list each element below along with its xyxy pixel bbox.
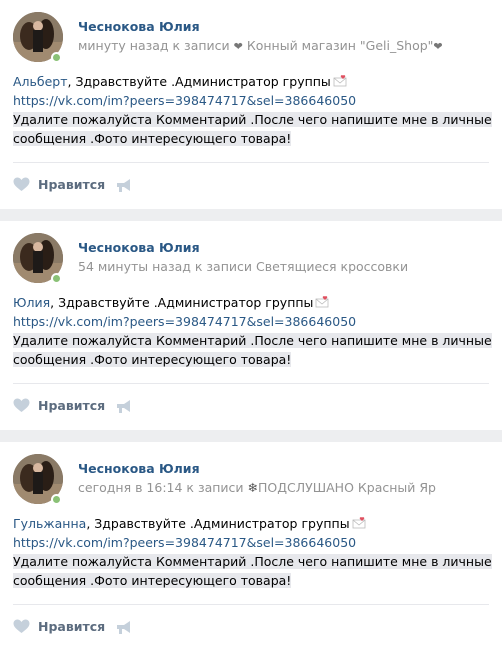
comment-text-line2: сообщения .Фото интересующего товара!: [13, 352, 292, 367]
comment-body: Гульжанна, Здравствуйте .Администратор г…: [0, 508, 502, 590]
greeting-text: , Здравствуйте .Администратор группы: [86, 516, 350, 531]
post-actions: Нравится: [0, 163, 502, 209]
post-meta: минуту назад к записи ❤ Конный магазин "…: [78, 38, 443, 53]
comment-text-line1: Удалите пожалуйста Комментарий .После че…: [13, 333, 492, 348]
online-indicator: [51, 494, 62, 505]
post-header: Чеснокова Юлия сегодня в 16:14 к записи …: [0, 442, 502, 508]
heart-icon: [13, 619, 30, 633]
heart-icon: ❤: [433, 40, 443, 53]
love-letter-icon: [316, 296, 329, 308]
comment-body: Альберт, Здравствуйте .Администратор гру…: [0, 66, 502, 148]
meta-time[interactable]: сегодня в 16:14 к записи: [78, 480, 248, 495]
like-button[interactable]: Нравится: [13, 398, 105, 413]
greeting-line: Юлия, Здравствуйте .Администратор группы: [13, 293, 489, 312]
mention-link[interactable]: Гульжанна: [13, 516, 86, 531]
greeting-text: , Здравствуйте .Администратор группы: [50, 295, 314, 310]
comment-text-line2: сообщения .Фото интересующего товара!: [13, 573, 292, 588]
like-button[interactable]: Нравится: [13, 177, 105, 192]
comment-text-line1: Удалите пожалуйста Комментарий .После че…: [13, 112, 492, 127]
post-meta: 54 минуты назад к записи Светящиеся крос…: [78, 259, 408, 274]
comment-post: Чеснокова Юлия сегодня в 16:14 к записи …: [0, 442, 502, 650]
greeting-line: Гульжанна, Здравствуйте .Администратор г…: [13, 514, 489, 533]
like-button[interactable]: Нравится: [13, 619, 105, 634]
author-name[interactable]: Чеснокова Юлия: [78, 19, 200, 34]
comment-body: Юлия, Здравствуйте .Администратор группы…: [0, 287, 502, 369]
greeting-line: Альберт, Здравствуйте .Администратор гру…: [13, 72, 489, 91]
like-label: Нравится: [38, 619, 106, 634]
dialog-link[interactable]: https://vk.com/im?peers=398474717&sel=38…: [13, 91, 489, 110]
meta-group[interactable]: Конный магазин "Geli_Shop": [243, 38, 434, 53]
heart-icon: [13, 177, 30, 191]
comment-feed: Чеснокова Юлия минуту назад к записи ❤ К…: [0, 0, 502, 650]
heart-icon: [13, 398, 30, 412]
mention-link[interactable]: Альберт: [13, 74, 68, 89]
online-indicator: [51, 273, 62, 284]
love-letter-icon: [333, 75, 347, 87]
post-actions: Нравится: [0, 384, 502, 430]
dialog-link[interactable]: https://vk.com/im?peers=398474717&sel=38…: [13, 312, 489, 331]
dialog-link[interactable]: https://vk.com/im?peers=398474717&sel=38…: [13, 533, 489, 552]
comment-text-line1: Удалите пожалуйста Комментарий .После че…: [13, 554, 492, 569]
post-header: Чеснокова Юлия 54 минуты назад к записи …: [0, 221, 502, 287]
snowflake-icon: ❄: [247, 480, 259, 495]
like-label: Нравится: [38, 398, 106, 413]
megaphone-icon[interactable]: [115, 399, 132, 414]
post-header: Чеснокова Юлия минуту назад к записи ❤ К…: [0, 0, 502, 66]
author-name[interactable]: Чеснокова Юлия: [78, 240, 200, 255]
like-label: Нравится: [38, 177, 106, 192]
greeting-text: , Здравствуйте .Администратор группы: [67, 74, 331, 89]
online-indicator: [51, 52, 62, 63]
meta-time[interactable]: 54 минуты назад к записи Светящиеся крос…: [78, 259, 408, 274]
meta-time[interactable]: минуту назад к записи: [78, 38, 234, 53]
comment-text-line2: сообщения .Фото интересующего товара!: [13, 131, 292, 146]
post-actions: Нравится: [0, 605, 502, 650]
meta-group[interactable]: ПОДСЛУШАНО Красный Яр: [258, 480, 436, 495]
author-name[interactable]: Чеснокова Юлия: [78, 461, 200, 476]
heart-icon: ❤: [233, 40, 243, 53]
comment-post: Чеснокова Юлия 54 минуты назад к записи …: [0, 221, 502, 430]
post-meta: сегодня в 16:14 к записи ❄ПОДСЛУШАНО Кра…: [78, 480, 436, 495]
megaphone-icon[interactable]: [115, 620, 132, 635]
love-letter-icon: [352, 517, 365, 529]
megaphone-icon[interactable]: [115, 178, 132, 193]
comment-post: Чеснокова Юлия минуту назад к записи ❤ К…: [0, 0, 502, 209]
mention-link[interactable]: Юлия: [13, 295, 50, 310]
